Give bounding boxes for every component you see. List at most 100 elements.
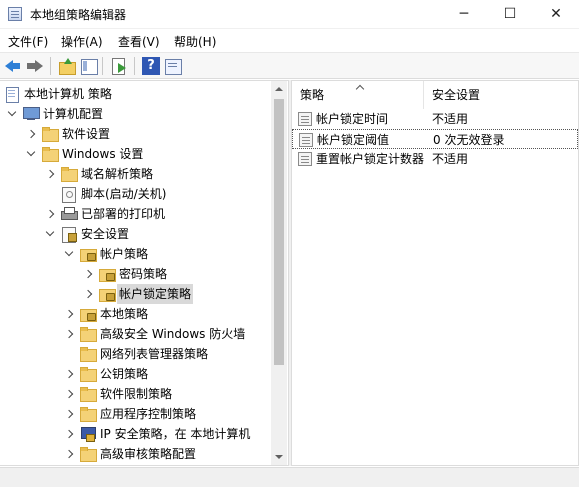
tree-item-windows-firewall[interactable]: 高级安全 Windows 防火墙: [0, 324, 270, 344]
tree-item-label: IP 安全策略，在 本地计算机: [100, 427, 251, 441]
lock-folder-icon: [99, 287, 116, 302]
tree-item-account-lockout-policy[interactable]: 帐户锁定策略: [0, 284, 270, 304]
properties-icon[interactable]: [164, 57, 182, 75]
folder-icon: [80, 387, 97, 402]
policy-value: 0 次无效登录: [433, 133, 505, 147]
chevron-right-icon[interactable]: [26, 129, 36, 139]
tree-item-label: 帐户锁定策略: [117, 284, 194, 304]
menu-bar: 文件(F) 操作(A) 查看(V) 帮助(H): [0, 29, 579, 51]
chevron-down-icon[interactable]: [7, 109, 17, 119]
tree-item-label: 本地策略: [100, 307, 149, 321]
policy-name: 重置帐户锁定计数器: [316, 152, 425, 166]
tree-item-software-restriction[interactable]: 软件限制策略: [0, 384, 270, 404]
tree-item-local-policies[interactable]: 本地策略: [0, 304, 270, 324]
lock-folder-icon: [80, 307, 97, 322]
policy-setting-icon: [299, 133, 313, 147]
policy-row-reset-lockout-counter[interactable]: 重置帐户锁定计数器 不适用: [292, 149, 578, 169]
chevron-down-icon[interactable]: [26, 149, 36, 159]
up-one-level-icon[interactable]: [58, 57, 76, 75]
console-tree-pane: 本地计算机 策略 计算机配置 软件设置 Windows 设置 域名解析策略 脚本…: [0, 80, 289, 466]
chevron-right-icon[interactable]: [64, 369, 74, 379]
chevron-right-icon[interactable]: [64, 309, 74, 319]
tree-item-label: 高级安全 Windows 防火墙: [100, 327, 246, 341]
menu-file[interactable]: 文件(F): [8, 33, 48, 50]
menu-action[interactable]: 操作(A): [61, 33, 103, 50]
policy-row-lockout-threshold[interactable]: 帐户锁定阈值 0 次无效登录: [292, 129, 578, 149]
tree-item-label: 域名解析策略: [81, 167, 154, 181]
column-header-label: 安全设置: [432, 88, 481, 102]
tree-item-label: 脚本(启动/关机): [81, 187, 167, 201]
chevron-right-icon[interactable]: [64, 329, 74, 339]
chevron-right-icon[interactable]: [64, 429, 74, 439]
minimize-button[interactable]: ─: [441, 0, 487, 29]
tree-item-windows-settings[interactable]: Windows 设置: [0, 144, 270, 164]
chevron-down-icon[interactable]: [64, 249, 74, 259]
tree-item-label: 高级审核策略配置: [100, 447, 197, 461]
column-header-policy[interactable]: 策略: [292, 81, 424, 109]
tree-item-label: 帐户策略: [100, 247, 149, 261]
tree-vertical-scrollbar[interactable]: [271, 81, 287, 465]
tree-item-app-control[interactable]: 应用程序控制策略: [0, 404, 270, 424]
column-header-security-setting[interactable]: 安全设置: [424, 81, 578, 109]
status-bar: [0, 467, 579, 487]
menu-view[interactable]: 查看(V): [118, 33, 160, 50]
policy-name: 帐户锁定阈值: [317, 133, 390, 147]
maximize-button[interactable]: ☐: [487, 0, 533, 29]
help-icon[interactable]: ?: [142, 57, 160, 75]
tree-item-public-key-policies[interactable]: 公钥策略: [0, 364, 270, 384]
tree-item-label: 计算机配置: [43, 107, 104, 121]
chevron-right-icon[interactable]: [64, 409, 74, 419]
tree-item-label: 应用程序控制策略: [100, 407, 197, 421]
folder-icon: [80, 347, 97, 362]
tree-item-local-computer-policy[interactable]: 本地计算机 策略: [0, 84, 270, 104]
forward-arrow-icon[interactable]: [26, 57, 44, 75]
tree-item-password-policy[interactable]: 密码策略: [0, 264, 270, 284]
policy-details-pane: 策略 安全设置 帐户锁定时间 不适用 帐户锁定阈值 0 次无效登录 重置帐户锁定…: [291, 80, 579, 466]
scroll-down-arrow-icon[interactable]: [271, 449, 287, 465]
tree-item-deployed-printers[interactable]: 已部署的打印机: [0, 204, 270, 224]
chevron-right-icon[interactable]: [83, 269, 93, 279]
tree-item-security-settings[interactable]: 安全设置: [0, 224, 270, 244]
script-icon: [61, 187, 77, 203]
tree-item-scripts[interactable]: 脚本(启动/关机): [0, 184, 270, 204]
tree-item-ip-security[interactable]: IP 安全策略，在 本地计算机: [0, 424, 270, 444]
tree-item-label: 软件设置: [62, 127, 111, 141]
back-arrow-icon[interactable]: [4, 57, 22, 75]
printer-icon: [61, 207, 78, 221]
scrollbar-thumb[interactable]: [274, 99, 284, 365]
show-hide-tree-icon[interactable]: [80, 57, 98, 75]
tree-item-dns-policy[interactable]: 域名解析策略: [0, 164, 270, 184]
sort-ascending-icon: [356, 84, 366, 90]
menu-help[interactable]: 帮助(H): [174, 33, 216, 50]
folder-icon: [80, 367, 97, 382]
chevron-right-icon[interactable]: [83, 289, 93, 299]
tree-item-software-settings[interactable]: 软件设置: [0, 124, 270, 144]
close-button[interactable]: ✕: [533, 0, 579, 29]
title-bar: 本地组策略编辑器 ─ ☐ ✕: [0, 0, 579, 29]
policy-row-lockout-duration[interactable]: 帐户锁定时间 不适用: [292, 109, 578, 129]
toolbar-separator: [134, 57, 135, 75]
chevron-right-icon[interactable]: [45, 169, 55, 179]
policy-document-icon: [4, 87, 20, 103]
policy-value: 不适用: [432, 152, 469, 166]
folder-icon: [80, 327, 97, 342]
toolbar-separator: [50, 57, 51, 75]
tree-item-account-policies[interactable]: 帐户策略: [0, 244, 270, 264]
tree-item-label: Windows 设置: [62, 147, 144, 161]
folder-icon: [42, 127, 59, 142]
scroll-up-arrow-icon[interactable]: [271, 81, 287, 97]
tree-item-network-list-manager[interactable]: 网络列表管理器策略: [0, 344, 270, 364]
tree-item-advanced-audit[interactable]: 高级审核策略配置: [0, 444, 270, 464]
chevron-right-icon[interactable]: [45, 209, 55, 219]
chevron-right-icon[interactable]: [64, 389, 74, 399]
folder-icon: [42, 147, 59, 162]
tree-item-label: 网络列表管理器策略: [100, 347, 209, 361]
toolbar: ?: [0, 52, 579, 79]
policy-setting-icon: [298, 112, 312, 126]
tree-item-computer-config[interactable]: 计算机配置: [0, 104, 270, 124]
toolbar-separator: [102, 57, 103, 75]
chevron-down-icon[interactable]: [45, 229, 55, 239]
security-settings-icon: [61, 227, 77, 243]
export-list-icon[interactable]: [110, 57, 128, 75]
chevron-right-icon[interactable]: [64, 449, 74, 459]
